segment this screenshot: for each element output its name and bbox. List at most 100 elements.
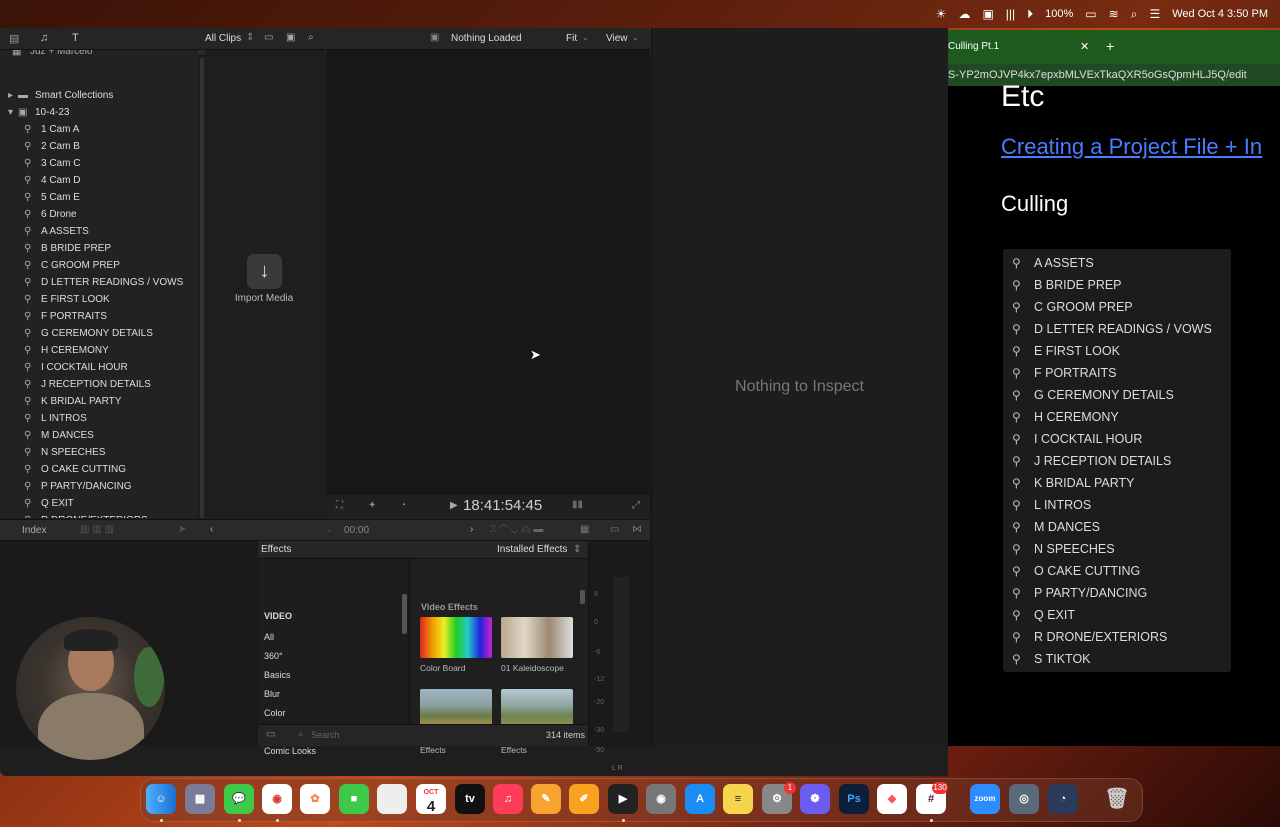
close-tab-icon[interactable]: ✕ [1080,40,1089,53]
sidebar-keyword-item[interactable]: ⚲ N SPEECHES [0,444,196,461]
back-arrow-icon[interactable]: ‹ [210,524,213,535]
timecode-display[interactable]: 18:41:54:45 [463,497,542,514]
effects-category-item[interactable]: Color [264,708,286,718]
sidebar-toggle-icon[interactable]: ▭ [266,729,275,740]
zoom-fit-dropdown[interactable]: Fit [566,33,577,44]
sidebar-keyword-item[interactable]: ⚲ O CAKE CUTTING [0,461,196,478]
facetime-icon[interactable]: ■ [339,784,369,814]
forward-arrow-icon[interactable]: › [470,524,473,535]
finder-icon[interactable]: ☺ [146,784,176,814]
effects-category-item[interactable]: All [264,632,274,642]
photos-icon[interactable]: ✿ [300,784,330,814]
clip-appearance-icon[interactable]: ▣ [286,32,295,43]
sidebar-keyword-item[interactable]: ⚲ L INTROS [0,410,196,427]
library-row[interactable]: ▦ Juz + Marcelo [0,50,196,60]
viewer-canvas[interactable]: ➤ [326,50,650,495]
doc-link[interactable]: Creating a Project File + In [1001,134,1262,160]
brave-icon[interactable]: ◆ [877,784,907,814]
categories-scrollbar[interactable] [402,594,407,634]
compressor-icon[interactable]: ◉ [646,784,676,814]
effect-thumb-color-board[interactable] [420,617,492,658]
sidebar-keyword-item[interactable]: ⚲ 1 Cam A [0,121,196,138]
sidebar-keyword-item[interactable]: ⚲ 4 Cam D [0,172,196,189]
bowtie-icon[interactable]: ⋈ [632,524,642,535]
quicktime-icon[interactable]: ◎ [1009,784,1039,814]
retime-icon[interactable]: ◔ [400,500,406,511]
browser-tab[interactable]: Culling Pt.1 [948,41,999,52]
sidebar-keyword-item[interactable]: ⚲ 6 Drone [0,206,196,223]
sidebar-scrollbar[interactable] [200,58,204,518]
battery-icon[interactable]: ▭ [1085,7,1096,21]
launchpad-icon[interactable]: ▦ [185,784,215,814]
sidebar-keyword-item[interactable]: ⚲ B BRIDE PREP [0,240,196,257]
sidebar-keyword-item[interactable]: ⚲ D LETTER READINGS / VOWS [0,274,196,291]
filmstrip-view-icon[interactable]: ▭ [264,32,273,43]
import-media-button[interactable]: ↓ [247,254,282,289]
installed-effects-dropdown[interactable]: Installed Effects [497,544,567,555]
control-center-icon[interactable]: ☰ [1149,7,1160,21]
new-tab-icon[interactable]: + [1106,38,1114,54]
instruments-icon[interactable]: ✎ [531,784,561,814]
event-row[interactable]: ▾ ▣ 10-4-23 [0,104,196,121]
audio-icon[interactable]: ||| [1006,7,1015,21]
transform-icon[interactable]: ⛶ [336,500,343,511]
sidebar-keyword-item[interactable]: ⚲ I COCKTAIL HOUR [0,359,196,376]
creative-cloud-icon[interactable]: ☁ [958,7,970,21]
sidebar-keyword-item[interactable]: ⚲ J RECEPTION DETAILS [0,376,196,393]
effect-thumb-kaleidoscope[interactable] [501,617,573,658]
disclosure-down-icon[interactable]: ▾ [8,104,13,121]
smart-collections-row[interactable]: ▸ ▬ Smart Collections [0,87,196,104]
effects-category-item[interactable]: 360° [264,651,283,661]
sidebar-keyword-item[interactable]: ⚲ G CEREMONY DETAILS [0,325,196,342]
zoom-icon[interactable]: zoom [970,784,1000,814]
play-icon[interactable]: ⏵ [1027,7,1033,22]
chevron-down-icon[interactable]: ⌄ [326,525,333,534]
app-store-icon[interactable]: A [685,784,715,814]
play-button-icon[interactable]: ▶ [450,500,458,511]
sidebar-keyword-item[interactable]: ⚲ C GROOM PREP [0,257,196,274]
notes-icon[interactable] [377,784,407,814]
enhance-icon[interactable]: ✦ [368,500,376,511]
search-icon[interactable]: ⌕ [308,32,314,43]
music-icon[interactable]: ♫ [493,784,523,814]
chevron-down-icon[interactable]: ⌄ [582,33,589,42]
screen-capture-icon[interactable]: ◔ [1048,784,1078,814]
transitions-icon[interactable]: ▭ [610,524,619,535]
edit-buttons-icon[interactable]: ▥ ▥ ▥ [80,524,114,535]
photoshop-icon[interactable]: Ps [839,784,869,814]
effects-search-input[interactable]: Search [311,730,340,740]
stickies-icon[interactable]: ≡ [723,784,753,814]
fullscreen-icon[interactable]: ⤢ [632,500,640,511]
sidebar-keyword-item[interactable]: ⚲ Q EXIT [0,495,196,512]
select-tool-icon[interactable]: ➤ [178,524,186,535]
menu-clock[interactable]: Wed Oct 4 3:50 PM [1172,8,1268,20]
effects-grid-scrollbar[interactable] [580,590,585,604]
photos-audio-icon[interactable]: ♫ [40,32,48,44]
sidebar-keyword-item[interactable]: ⚲ P PARTY/DANCING [0,478,196,495]
pages-icon[interactable]: ✐ [569,784,599,814]
final-cut-pro-icon[interactable]: ▶ [608,784,638,814]
effects-category-item[interactable]: Blur [264,689,280,699]
sidebar-keyword-item[interactable]: ⚲ E FIRST LOOK [0,291,196,308]
spotlight-icon[interactable]: ⌕ [1131,7,1138,22]
index-button[interactable]: Index [22,525,46,536]
sidebar-keyword-item[interactable]: ⚲ F PORTRAITS [0,308,196,325]
libraries-icon[interactable]: ▤ [9,32,19,45]
wifi-icon[interactable]: ≋ [1109,7,1119,21]
titles-generators-icon[interactable]: T [72,32,79,44]
address-bar[interactable]: S-YP2mOJVP4kx7epxbMLVExTkaQXR5oGsQpmHLJ5… [948,64,1280,86]
disclosure-right-icon[interactable]: ▸ [8,87,13,104]
calendar-icon[interactable]: OCT 4 [416,784,446,815]
sidebar-keyword-item[interactable]: ⚲ 3 Cam C [0,155,196,172]
chrome-icon[interactable]: ◉ [262,784,292,814]
view-dropdown[interactable]: View [606,33,628,44]
sidebar-keyword-item[interactable]: ⚲ M DANCES [0,427,196,444]
sidebar-keyword-item[interactable]: ⚲ 2 Cam B [0,138,196,155]
screen-record-icon[interactable]: ▣ [982,7,993,21]
sidebar-keyword-item[interactable]: ⚲ A ASSETS [0,223,196,240]
chevron-updown-icon[interactable]: ⇕ [246,32,254,43]
apple-tv-icon[interactable]: tv [455,784,485,814]
effects-browser-icon[interactable]: ▦ [580,524,589,535]
messages-icon[interactable]: 💬 [224,784,254,814]
sidebar-keyword-item[interactable]: ⚲ H CEREMONY [0,342,196,359]
